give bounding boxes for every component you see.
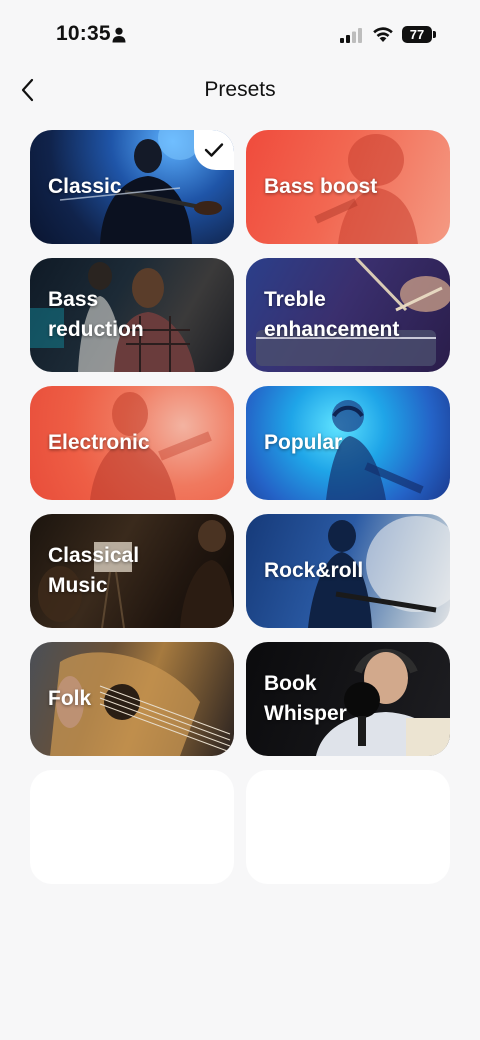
preset-label: Bass boost	[264, 175, 378, 198]
preset-card-popular[interactable]: Popular	[246, 386, 450, 500]
preset-label: Treble enhancement	[264, 288, 400, 341]
battery-icon: 77	[402, 26, 436, 43]
preset-card-bass-boost[interactable]: Bass boost	[246, 130, 450, 244]
preset-card-empty[interactable]	[246, 770, 450, 884]
preset-label: Electronic	[48, 431, 150, 454]
preset-card-electronic[interactable]: Electronic	[30, 386, 234, 500]
preset-label: Popular	[264, 431, 343, 454]
preset-card-book-whisper[interactable]: Book Whisper	[246, 642, 450, 756]
status-time: 10:35	[56, 22, 111, 45]
preset-label: Rock&roll	[264, 559, 364, 582]
preset-label: Folk	[48, 687, 92, 710]
person-icon	[112, 27, 126, 43]
header: Presets	[0, 70, 480, 110]
preset-label: Classic	[48, 175, 122, 198]
preset-label: Book Whisper	[264, 672, 347, 725]
preset-grid: Classic Bass boost Bassreduction Treble	[30, 130, 450, 884]
selected-check-badge	[194, 130, 234, 170]
signal-icon	[340, 28, 362, 43]
preset-card-classic[interactable]: Classic	[30, 130, 234, 244]
preset-card-treble-enhancement[interactable]: Treble enhancement	[246, 258, 450, 372]
preset-label: Bass reduction	[48, 288, 144, 341]
wifi-icon	[373, 27, 393, 42]
checkmark-icon	[204, 143, 224, 157]
preset-card-classical-music[interactable]: Classical Music	[30, 514, 234, 628]
preset-card-empty[interactable]	[30, 770, 234, 884]
preset-card-rock-and-roll[interactable]: Rock&roll	[246, 514, 450, 628]
preset-card-folk[interactable]: Folk	[30, 642, 234, 756]
page-title: Presets	[204, 78, 276, 101]
preset-card-bass-reduction[interactable]: Bass reduction	[30, 258, 234, 372]
battery-level: 77	[402, 26, 432, 43]
preset-label: Classical Music	[48, 544, 140, 597]
status-bar: 10:35 77	[0, 0, 480, 70]
